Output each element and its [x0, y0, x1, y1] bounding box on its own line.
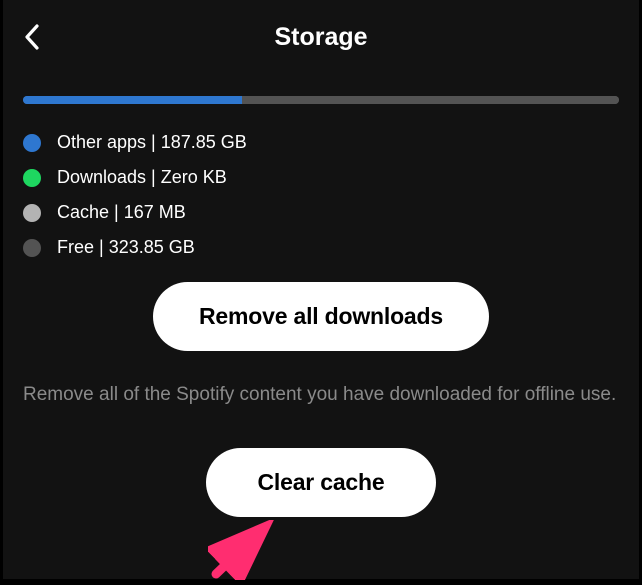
annotation-arrow-icon — [208, 520, 278, 585]
remove-all-downloads-button[interactable]: Remove all downloads — [153, 282, 489, 351]
legend-item-downloads: Downloads | Zero KB — [23, 167, 619, 188]
dot-icon — [23, 169, 41, 187]
page-title: Storage — [3, 23, 639, 52]
dot-icon — [23, 204, 41, 222]
storage-bar-other — [23, 96, 242, 104]
header: Storage — [3, 0, 639, 66]
storage-bar-free — [242, 96, 619, 104]
legend-label: Free | 323.85 GB — [57, 237, 195, 258]
storage-bar — [23, 96, 619, 104]
legend-item-free: Free | 323.85 GB — [23, 237, 619, 258]
legend-label: Other apps | 187.85 GB — [57, 132, 247, 153]
dot-icon — [23, 134, 41, 152]
legend-label: Downloads | Zero KB — [57, 167, 227, 188]
legend-item-cache: Cache | 167 MB — [23, 202, 619, 223]
legend-label: Cache | 167 MB — [57, 202, 186, 223]
legend-item-other: Other apps | 187.85 GB — [23, 132, 619, 153]
storage-bar-container — [3, 66, 639, 114]
dot-icon — [23, 239, 41, 257]
storage-legend: Other apps | 187.85 GB Downloads | Zero … — [3, 114, 639, 258]
remove-downloads-description: Remove all of the Spotify content you ha… — [3, 351, 639, 410]
clear-cache-button[interactable]: Clear cache — [206, 448, 437, 517]
